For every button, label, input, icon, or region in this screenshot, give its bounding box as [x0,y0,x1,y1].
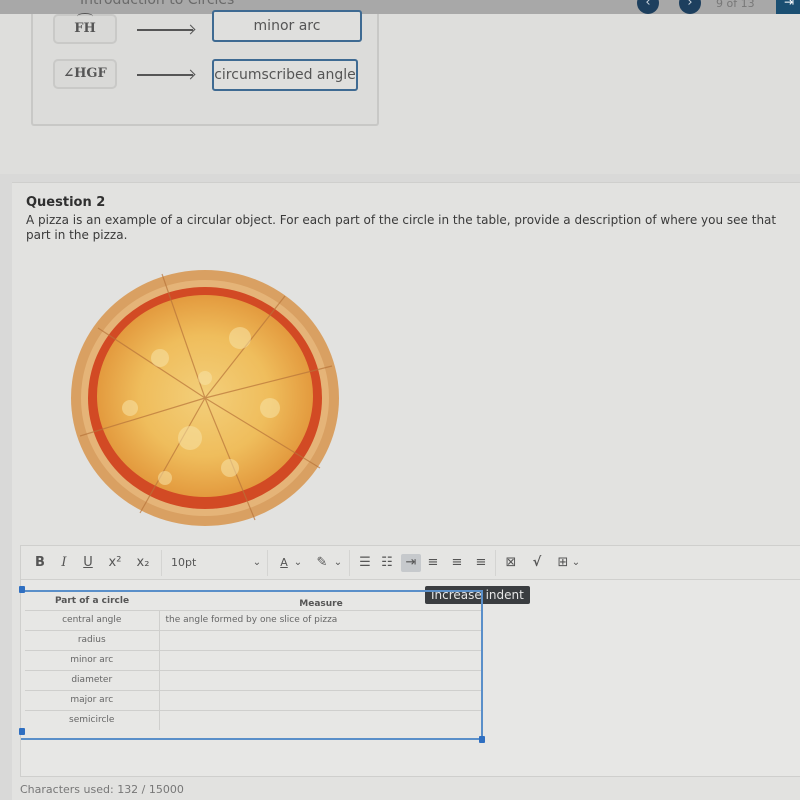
table-row: semicircle [25,709,483,730]
chevron-down-icon[interactable]: ⌄ [293,554,303,572]
lesson-title: Introduction to Circles [80,0,235,8]
font-color-button[interactable]: A [277,554,291,572]
toolbar-divider [349,550,350,576]
font-size-select[interactable]: 10pt [171,554,251,572]
measure-cell[interactable] [159,709,483,730]
measure-cell[interactable] [159,689,483,710]
part-cell[interactable]: radius [25,629,160,650]
chevron-left-icon: ‹ [645,0,651,10]
pizza-image [71,270,339,526]
page-indicator: 9 of 13 [716,0,755,10]
part-cell[interactable]: minor arc [25,649,160,670]
numbered-list-icon[interactable]: ☷ [379,554,395,572]
image-icon[interactable]: ⊠ [503,554,519,572]
term-angle-hgf[interactable]: ∠HGF [53,59,117,89]
table-row: radius [25,629,483,650]
toolbar-divider [267,550,268,576]
italic-button[interactable]: I [57,554,71,572]
question-title: Question 2 [26,195,106,210]
arrow-icon [137,29,193,31]
part-cell[interactable]: diameter [25,669,160,690]
resize-handle[interactable] [19,728,25,735]
rich-text-editor: B I U x² x₂ 10pt ⌄ A ⌄ ✎ ⌄ ☰ ☷ ⇥ ≡ ≡ ≡ ⊠… [19,545,800,777]
table-icon[interactable]: ⊞ [555,554,571,572]
arc-term-text: FH [74,13,96,42]
pizza-cheese [97,295,313,497]
toolbar-divider [161,550,162,576]
term-fh-arc[interactable]: FH [53,13,117,44]
top-bar: Introduction to Circles ‹ › 9 of 13 ⇥ [0,0,800,14]
chevron-down-icon[interactable]: ⌄ [333,554,343,572]
column-header-measure: Measure [299,598,343,609]
character-counter: Characters used: 132 / 15000 [20,783,184,796]
chevron-down-icon[interactable]: ⌄ [571,554,581,572]
chevron-down-icon[interactable]: ⌄ [251,554,263,572]
part-cell[interactable]: central angle [25,609,160,630]
arrow-icon [137,74,193,76]
table-row: major arc [25,689,483,710]
matching-box: FH minor arc ∠HGF circumscribed angle [31,10,379,126]
bold-button[interactable]: B [33,554,47,572]
next-button[interactable]: › [679,0,701,14]
question-1-area: FH minor arc ∠HGF circumscribed angle [0,10,800,174]
bullet-list-icon[interactable]: ☰ [357,554,373,572]
resize-handle[interactable] [479,736,485,743]
highlight-pen-icon[interactable]: ✎ [315,554,329,572]
exit-button[interactable]: ⇥ [776,0,800,14]
table-row: diameter [25,669,483,690]
answer-table: Part of a circle Measure central angle th… [25,592,483,730]
increase-indent-icon[interactable]: ⇥ [401,554,421,572]
toolbar-divider [495,550,496,576]
math-equation-icon[interactable]: √ [529,554,545,572]
previous-button[interactable]: ‹ [637,0,659,14]
align-left-icon[interactable]: ≡ [425,554,441,572]
column-header-part: Part of a circle [54,595,130,606]
measure-cell[interactable] [159,669,483,690]
subscript-button[interactable]: x₂ [133,554,153,572]
measure-cell[interactable] [159,629,483,650]
editor-toolbar: B I U x² x₂ 10pt ⌄ A ⌄ ✎ ⌄ ☰ ☷ ⇥ ≡ ≡ ≡ ⊠… [21,546,800,580]
align-right-icon[interactable]: ≡ [473,554,489,572]
answer-box-circumscribed-angle[interactable]: circumscribed angle [212,59,358,91]
question-2-card: Question 2 A pizza is an example of a ci… [12,182,800,800]
part-cell[interactable]: major arc [25,689,160,710]
exit-icon: ⇥ [783,0,795,9]
align-center-icon[interactable]: ≡ [449,554,465,572]
table-row: central angle the angle formed by one sli… [25,609,483,630]
part-cell[interactable]: semicircle [25,709,160,730]
answer-box-minor-arc[interactable]: minor arc [212,10,362,42]
resize-handle[interactable] [19,586,25,593]
measure-cell[interactable] [159,649,483,670]
table-header-row: Part of a circle Measure [25,592,483,610]
table-row: minor arc [25,649,483,670]
superscript-button[interactable]: x² [105,554,125,572]
underline-button[interactable]: U [81,554,95,572]
chevron-right-icon: › [687,0,693,10]
question-prompt: A pizza is an example of a circular obje… [26,213,777,242]
measure-cell[interactable]: the angle formed by one slice of pizza [159,609,483,630]
